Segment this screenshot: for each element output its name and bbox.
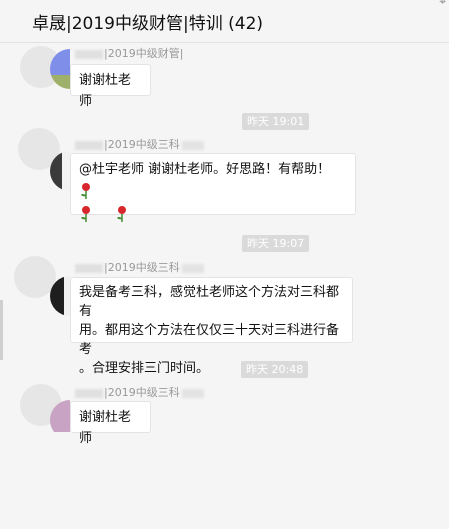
pin-icon[interactable]: ⌖ (439, 0, 446, 9)
chat-header: 卓晟|2019中级财管|特训 (42) ⌖ (0, 0, 449, 43)
message-text: 谢谢杜老师 (79, 73, 132, 109)
message-text-line: 我是备考三科，感觉杜老师这个方法对三科都有 (79, 285, 340, 319)
message-bubble[interactable]: @杜宇老师 谢谢杜老师。好思路！有帮助！ (70, 153, 356, 222)
rose-emoji-icon (117, 205, 127, 222)
sender-name: |2019中级三科 (75, 259, 204, 275)
timestamp: 昨天 19:07 (242, 235, 310, 252)
message-bubble[interactable]: 谢谢杜老师 (70, 64, 151, 109)
sender-name: |2019中级三科 (75, 384, 204, 400)
redacted-name (75, 388, 103, 398)
sender-name: |2019中级三科 (75, 136, 204, 152)
message-bubble[interactable]: 我是备考三科，感觉杜老师这个方法对三科都有 用。都用这个方法在仅仅三十天对三科进… (70, 277, 353, 376)
redacted-name (75, 49, 103, 59)
scrollbar[interactable] (0, 300, 3, 360)
message-text: @杜宇老师 谢谢杜老师。好思路！有帮助！ (79, 162, 331, 177)
redacted-name (75, 263, 103, 273)
message-bubble[interactable]: 谢谢杜老师 (70, 401, 151, 446)
rose-emoji-icon (81, 205, 90, 222)
message-text-line: 用。都用这个方法在仅仅三十天对三科进行备考 (79, 323, 340, 357)
chat-title[interactable]: 卓晟|2019中级财管|特训 (42) (32, 9, 263, 34)
rose-emoji-icon (81, 182, 90, 199)
timestamp: 昨天 19:01 (242, 113, 310, 130)
message-text: 谢谢杜老师 (79, 410, 132, 446)
sender-name: |2019中级财管| (75, 45, 183, 61)
redacted-name (75, 140, 103, 150)
timestamp: 昨天 20:48 (241, 361, 309, 378)
